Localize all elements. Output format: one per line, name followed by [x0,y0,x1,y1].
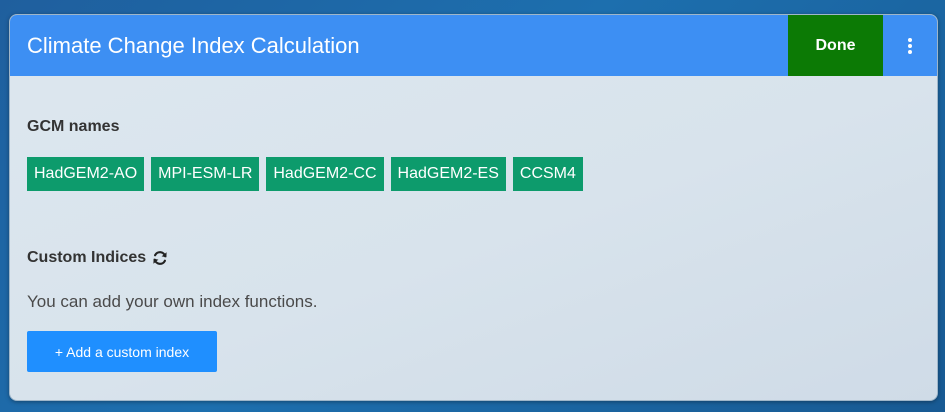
gcm-tag[interactable]: HadGEM2-CC [266,157,384,191]
panel-title: Climate Change Index Calculation [27,32,360,58]
gcm-names-label-text: GCM names [27,118,120,135]
gcm-tag[interactable]: HadGEM2-ES [390,157,506,191]
gcm-tag[interactable]: MPI-ESM-LR [151,157,260,191]
custom-indices-label-text: Custom Indices [27,249,147,266]
gcm-tag[interactable]: HadGEM2-AO [27,157,145,191]
climate-index-panel: Climate Change Index Calculation Done GC… [9,14,938,401]
custom-indices-label: Custom Indices [27,249,168,267]
vertical-ellipsis-icon [908,49,912,54]
panel-header: Climate Change Index Calculation Done [10,15,937,76]
more-options-button[interactable] [883,15,937,76]
gcm-names-label: GCM names [27,118,119,136]
gcm-tag[interactable]: CCSM4 [512,157,583,191]
add-custom-index-button[interactable]: + Add a custom index [27,331,217,372]
vertical-ellipsis-icon [908,43,912,48]
refresh-icon[interactable] [152,250,168,266]
gcm-tag-list: HadGEM2-AO MPI-ESM-LR HadGEM2-CC HadGEM2… [27,157,583,191]
vertical-ellipsis-icon [908,37,912,42]
done-button[interactable]: Done [788,15,883,76]
custom-indices-description: You can add your own index functions. [27,292,318,311]
